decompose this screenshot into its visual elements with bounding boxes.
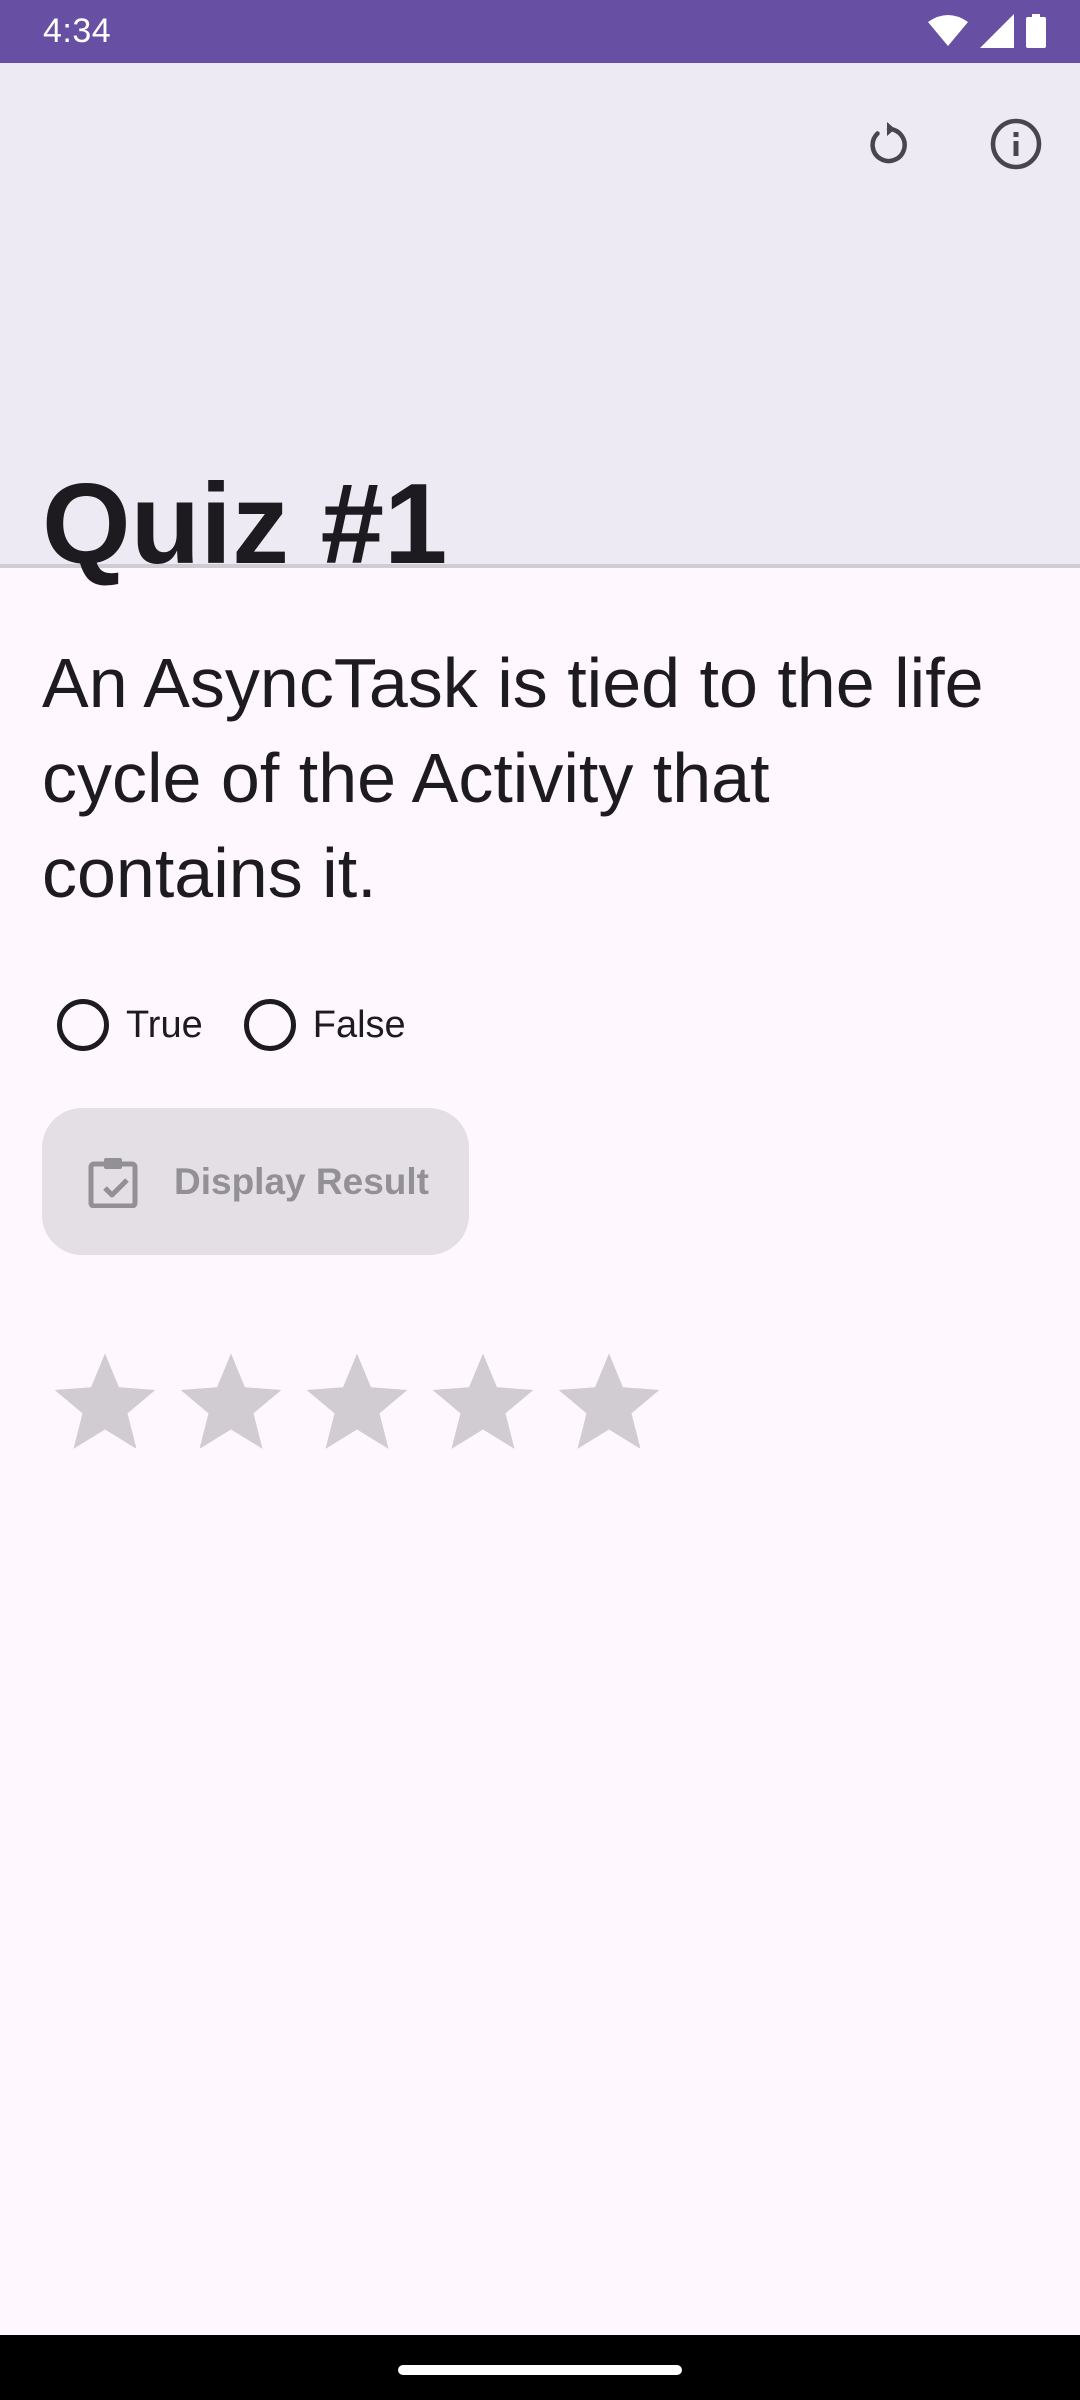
rating-star-3[interactable] — [294, 1340, 420, 1466]
radio-button-false[interactable] — [243, 999, 296, 1051]
cell-signal-icon — [980, 14, 1014, 48]
info-icon — [989, 117, 1043, 176]
refresh-button[interactable] — [841, 98, 937, 194]
radio-option-true[interactable]: True — [42, 990, 203, 1060]
radio-label-true: True — [126, 1003, 203, 1046]
refresh-icon — [865, 120, 913, 173]
rating-star-4[interactable] — [420, 1340, 546, 1466]
status-bar: 4:34 — [0, 0, 1080, 63]
rating-star-2[interactable] — [168, 1340, 294, 1466]
rating-star-5[interactable] — [546, 1340, 672, 1466]
question-text: An AsyncTask is tied to the life cycle o… — [42, 644, 984, 912]
app-bar: Quiz #1 — [0, 63, 1080, 582]
status-icons — [928, 14, 1046, 48]
info-button[interactable] — [968, 98, 1064, 194]
answer-radio-group: True False — [42, 990, 432, 1060]
rating-star-1[interactable] — [42, 1340, 168, 1466]
radio-label-false: False — [312, 1003, 406, 1046]
display-result-button[interactable]: Display Result — [42, 1108, 469, 1255]
wifi-icon — [928, 14, 968, 48]
radio-option-false[interactable]: False — [229, 990, 406, 1060]
radio-button-true[interactable] — [57, 999, 109, 1051]
status-time: 4:34 — [43, 12, 112, 50]
display-result-label: Display Result — [174, 1160, 429, 1202]
clipboard-check-icon — [88, 1156, 138, 1208]
battery-icon — [1026, 14, 1046, 48]
navigation-bar — [0, 2335, 1080, 2400]
page-title: Quiz #1 — [42, 461, 448, 588]
home-gesture-handle[interactable] — [398, 2365, 682, 2375]
rating-bar[interactable] — [42, 1340, 672, 1466]
